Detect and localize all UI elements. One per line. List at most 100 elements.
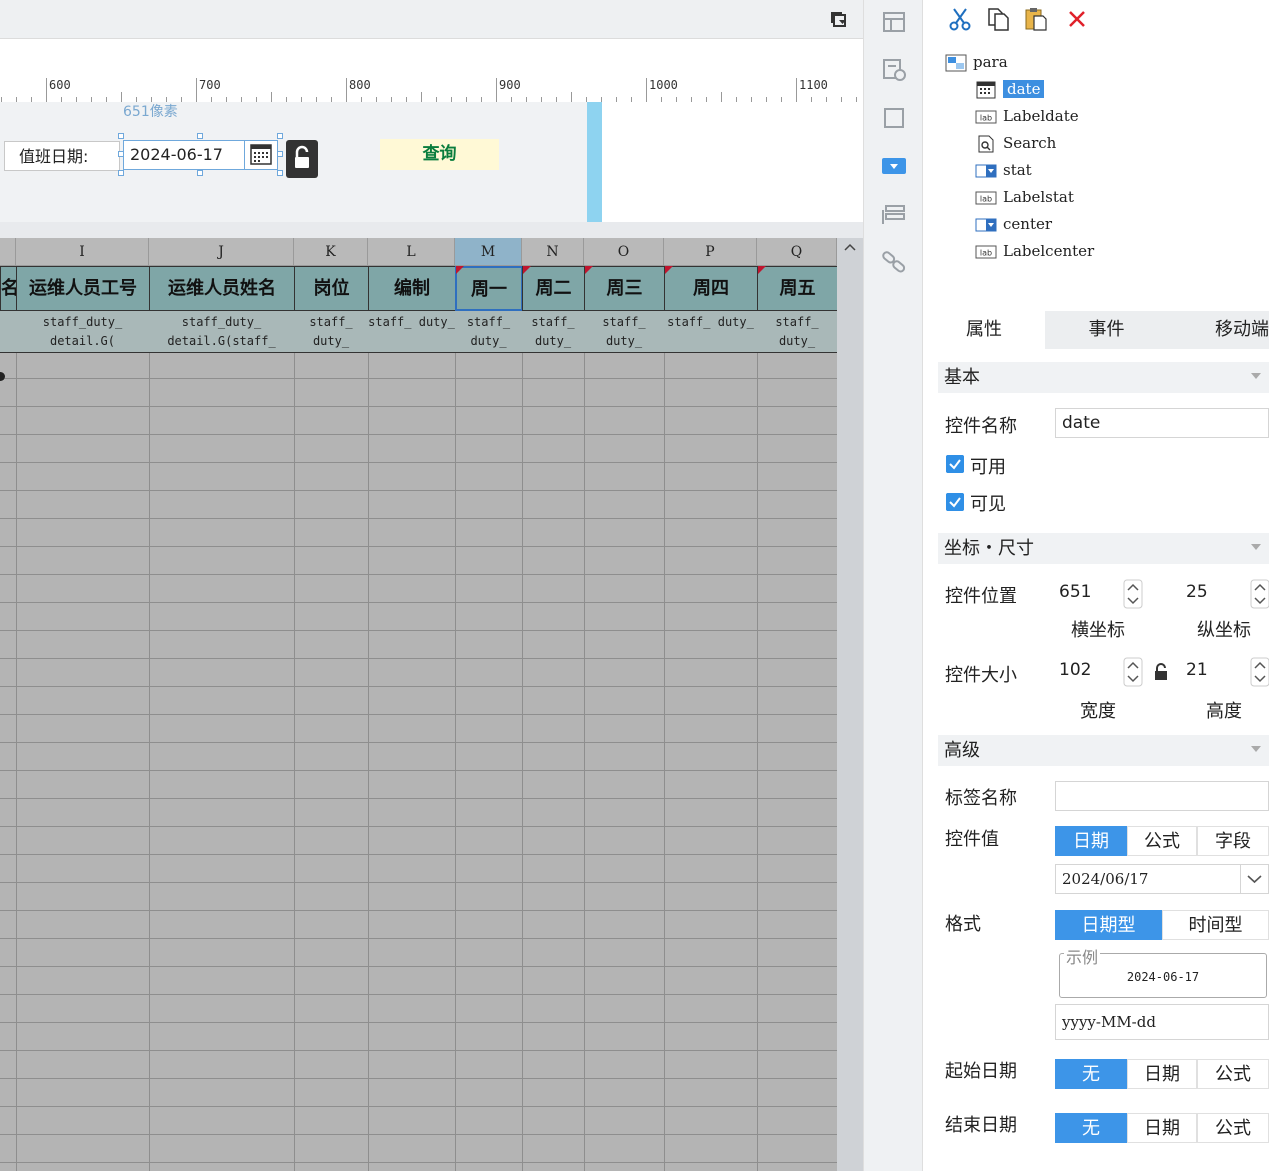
field-cell[interactable]: staff_ duty_: [294, 311, 369, 353]
y-stepper-icon[interactable]: [1250, 579, 1269, 609]
column-header[interactable]: P: [664, 238, 757, 266]
parameter-panel-boundary[interactable]: [587, 102, 602, 222]
column-header[interactable]: K: [294, 238, 368, 266]
tree-item-labeldate[interactable]: lab Labeldate: [975, 105, 1079, 127]
end-mode-formula[interactable]: 公式: [1197, 1113, 1269, 1143]
height-input[interactable]: 21: [1180, 656, 1250, 686]
field-cell[interactable]: [0, 311, 17, 353]
start-mode-formula[interactable]: 公式: [1197, 1059, 1269, 1089]
collapse-panel-icon[interactable]: [829, 9, 849, 29]
header-cell[interactable]: 周四: [664, 266, 758, 311]
header-cell[interactable]: 名: [0, 266, 19, 311]
scroll-up-icon[interactable]: [843, 240, 857, 254]
tab-mobile[interactable]: 移动端: [1168, 311, 1269, 349]
width-stepper-icon[interactable]: [1123, 657, 1143, 687]
start-mode-date[interactable]: 日期: [1127, 1059, 1197, 1089]
visible-checkbox[interactable]: [946, 493, 964, 511]
height-stepper-icon[interactable]: [1250, 657, 1269, 687]
column-header[interactable]: L: [368, 238, 455, 266]
value-mode-field[interactable]: 字段: [1197, 826, 1269, 856]
tab-properties[interactable]: 属性: [923, 311, 1045, 349]
enabled-checkbox[interactable]: [946, 455, 964, 473]
field-cell[interactable]: staff_duty_ detail.G(: [16, 311, 150, 353]
tag-name-input[interactable]: [1055, 781, 1269, 811]
x-stepper-icon[interactable]: [1123, 579, 1143, 609]
column-header[interactable]: O: [584, 238, 664, 266]
report-grid[interactable]: 名 I 运维人员工号 staff_duty_ detail.G(J 运维人员姓名 staf…: [0, 238, 837, 1171]
value-date-input[interactable]: 2024/06/17: [1055, 864, 1241, 894]
y-input[interactable]: 25: [1180, 578, 1250, 608]
section-basic[interactable]: 基本: [938, 362, 1269, 393]
resize-handle[interactable]: [277, 133, 283, 139]
widget-name-input[interactable]: date: [1055, 408, 1269, 438]
column-header[interactable]: Q: [757, 238, 837, 266]
header-cell[interactable]: 周五: [757, 266, 837, 311]
resize-handle[interactable]: [197, 170, 203, 176]
widget-settings-icon[interactable]: [880, 56, 908, 84]
end-mode-date[interactable]: 日期: [1127, 1113, 1197, 1143]
tree-item-center[interactable]: center: [975, 213, 1052, 235]
header-cell[interactable]: 周二: [522, 266, 585, 311]
section-advanced[interactable]: 高级: [938, 735, 1269, 766]
column-header[interactable]: M: [455, 238, 522, 266]
field-cell[interactable]: staff_duty_ detail.G(staff_: [149, 311, 295, 353]
field-cell[interactable]: staff_ duty_: [368, 311, 456, 353]
aspect-lock-icon[interactable]: [1152, 662, 1170, 682]
tab-events[interactable]: 事件: [1046, 311, 1167, 349]
link-icon[interactable]: [880, 248, 908, 276]
resize-handle[interactable]: [197, 133, 203, 139]
resize-handle[interactable]: [277, 151, 283, 157]
header-cell[interactable]: 岗位: [294, 266, 369, 311]
tree-root[interactable]: para: [945, 51, 1008, 73]
list-layers-icon[interactable]: [880, 200, 908, 228]
calendar-button[interactable]: [245, 140, 278, 170]
resize-handle[interactable]: [118, 170, 124, 176]
format-pattern-input[interactable]: yyyy-MM-dd: [1055, 1004, 1269, 1040]
dropdown-widget-icon[interactable]: [880, 152, 908, 180]
start-mode-none[interactable]: 无: [1055, 1059, 1127, 1089]
resize-handle[interactable]: [118, 133, 124, 139]
value-mode-formula[interactable]: 公式: [1127, 826, 1197, 856]
header-cell[interactable]: 周一: [455, 266, 523, 311]
column-header[interactable]: [0, 238, 16, 266]
field-cell[interactable]: staff_ duty_: [522, 311, 585, 353]
header-cell[interactable]: 运维人员姓名: [149, 266, 295, 311]
field-cell[interactable]: staff_ duty_: [664, 311, 758, 353]
column-header[interactable]: J: [149, 238, 294, 266]
tree-item-date[interactable]: date: [975, 78, 1045, 100]
field-cell[interactable]: staff_ duty_: [455, 311, 523, 353]
end-mode-none[interactable]: 无: [1055, 1113, 1127, 1143]
resize-handle[interactable]: [118, 151, 124, 157]
duty-date-label[interactable]: 值班日期:: [4, 141, 120, 171]
header-cell[interactable]: 运维人员工号: [16, 266, 150, 311]
tree-item-stat[interactable]: stat: [975, 159, 1032, 181]
copy-icon[interactable]: [985, 6, 1011, 32]
value-date-dropdown[interactable]: [1240, 864, 1269, 894]
format-mode-time[interactable]: 时间型: [1162, 910, 1269, 940]
resize-handle[interactable]: [277, 170, 283, 176]
lock-widget-button[interactable]: [286, 140, 318, 178]
delete-icon[interactable]: [1064, 6, 1090, 32]
column-header[interactable]: N: [522, 238, 584, 266]
frame-icon[interactable]: [880, 104, 908, 132]
field-cell[interactable]: staff_ duty_: [584, 311, 665, 353]
tree-item-search[interactable]: Search: [975, 132, 1056, 154]
horizontal-ruler: 600 700 800 900 1000 1100: [0, 77, 863, 103]
field-cell[interactable]: staff_ duty_: [757, 311, 837, 353]
header-cell[interactable]: 周三: [584, 266, 665, 311]
cut-icon[interactable]: [947, 6, 973, 32]
value-mode-date[interactable]: 日期: [1055, 826, 1127, 856]
vertical-scrollbar[interactable]: [837, 238, 863, 1171]
column-header[interactable]: I: [16, 238, 149, 266]
tree-item-labelstat[interactable]: lab Labelstat: [975, 186, 1074, 208]
duty-date-input[interactable]: 2024-06-17: [123, 140, 245, 170]
x-input[interactable]: 651: [1053, 578, 1123, 608]
width-input[interactable]: 102: [1053, 656, 1123, 686]
tree-item-labelcenter[interactable]: lab Labelcenter: [975, 240, 1094, 262]
layout-grid-icon[interactable]: [880, 8, 908, 36]
query-button[interactable]: 查询: [380, 139, 499, 170]
format-mode-date[interactable]: 日期型: [1055, 910, 1162, 940]
header-cell[interactable]: 编制: [368, 266, 456, 311]
section-geometry[interactable]: 坐标・尺寸: [938, 533, 1269, 564]
paste-icon[interactable]: [1023, 6, 1049, 32]
